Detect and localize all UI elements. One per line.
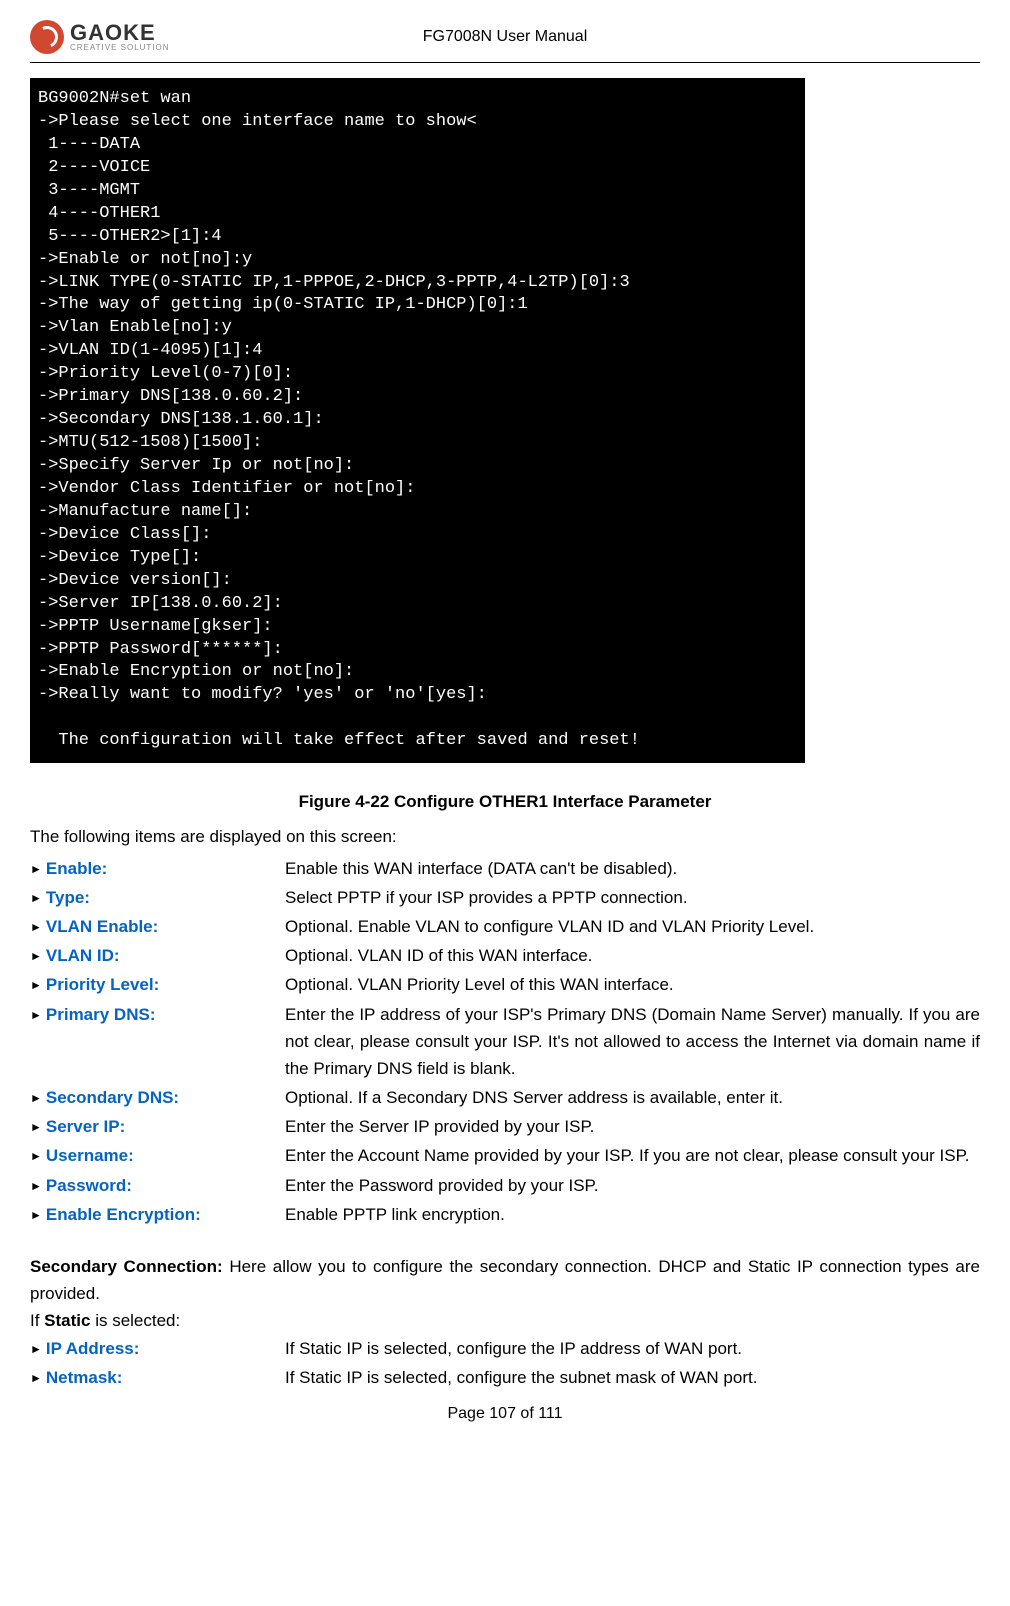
param-row: ►Netmask:If Static IP is selected, confi… [30, 1364, 980, 1391]
param-label: Server IP: [46, 1113, 125, 1140]
param-description: Optional. VLAN Priority Level of this WA… [285, 971, 980, 998]
document-title: FG7008N User Manual [423, 24, 588, 50]
triangle-icon: ► [30, 1369, 42, 1388]
param-label: IP Address: [46, 1335, 140, 1362]
triangle-icon: ► [30, 1118, 42, 1137]
param-row: ►IP Address:If Static IP is selected, co… [30, 1335, 980, 1362]
param-row: ►Username:Enter the Account Name provide… [30, 1142, 980, 1169]
param-label-col: ►Type: [30, 884, 285, 911]
secondary-heading: Secondary Connection: [30, 1257, 223, 1276]
triangle-icon: ► [30, 1089, 42, 1108]
param-label-col: ►Netmask: [30, 1364, 285, 1391]
param-label-col: ►Priority Level: [30, 971, 285, 998]
param-row: ►Primary DNS:Enter the IP address of you… [30, 1001, 980, 1083]
param-label-col: ►IP Address: [30, 1335, 285, 1362]
param-description: Enable PPTP link encryption. [285, 1201, 980, 1228]
triangle-icon: ► [30, 947, 42, 966]
param-description: Enable this WAN interface (DATA can't be… [285, 855, 980, 882]
param-label-col: ►VLAN Enable: [30, 913, 285, 940]
param-row: ►Server IP:Enter the Server IP provided … [30, 1113, 980, 1140]
param-row: ►VLAN Enable:Optional. Enable VLAN to co… [30, 913, 980, 940]
param-row: ►Enable:Enable this WAN interface (DATA … [30, 855, 980, 882]
param-row: ►Secondary DNS:Optional. If a Secondary … [30, 1084, 980, 1111]
param-label-col: ►Enable Encryption: [30, 1201, 285, 1228]
param-label: Priority Level: [46, 971, 159, 998]
triangle-icon: ► [30, 1147, 42, 1166]
param-label: Primary DNS: [46, 1001, 156, 1028]
param-description: If Static IP is selected, configure the … [285, 1335, 980, 1362]
param-label: Enable: [46, 855, 107, 882]
secondary-connection-section: Secondary Connection: Here allow you to … [30, 1253, 980, 1307]
triangle-icon: ► [30, 918, 42, 937]
param-label-col: ►Enable: [30, 855, 285, 882]
param-label-col: ►Primary DNS: [30, 1001, 285, 1028]
param-label-col: ►Username: [30, 1142, 285, 1169]
triangle-icon: ► [30, 1206, 42, 1225]
triangle-icon: ► [30, 889, 42, 908]
static-parameters-list: ►IP Address:If Static IP is selected, co… [30, 1335, 980, 1391]
param-description: Enter the IP address of your ISP's Prima… [285, 1001, 980, 1083]
param-row: ►Priority Level:Optional. VLAN Priority … [30, 971, 980, 998]
logo-tagline: CREATIVE SOLUTION [70, 44, 170, 52]
param-label-col: ►Server IP: [30, 1113, 285, 1140]
page-header: GAOKE CREATIVE SOLUTION FG7008N User Man… [30, 20, 980, 63]
param-description: Enter the Password provided by your ISP. [285, 1172, 980, 1199]
logo-name: GAOKE [70, 22, 170, 44]
figure-caption: Figure 4-22 Configure OTHER1 Interface P… [30, 788, 980, 815]
param-label: VLAN ID: [46, 942, 120, 969]
triangle-icon: ► [30, 1340, 42, 1359]
param-description: Optional. Enable VLAN to configure VLAN … [285, 913, 980, 940]
triangle-icon: ► [30, 1006, 42, 1025]
param-row: ►VLAN ID:Optional. VLAN ID of this WAN i… [30, 942, 980, 969]
param-label-col: ►Secondary DNS: [30, 1084, 285, 1111]
param-label: Password: [46, 1172, 132, 1199]
page-footer: Page 107 of 111 [30, 1401, 980, 1427]
param-description: Select PPTP if your ISP provides a PPTP … [285, 884, 980, 911]
param-description: Enter the Account Name provided by your … [285, 1142, 980, 1169]
static-intro: If Static is selected: [30, 1307, 980, 1334]
param-label: Type: [46, 884, 90, 911]
logo-icon [30, 20, 64, 54]
triangle-icon: ► [30, 976, 42, 995]
param-label-col: ►VLAN ID: [30, 942, 285, 969]
triangle-icon: ► [30, 860, 42, 879]
intro-text: The following items are displayed on thi… [30, 823, 980, 850]
param-description: Optional. If a Secondary DNS Server addr… [285, 1084, 980, 1111]
param-row: ►Enable Encryption:Enable PPTP link encr… [30, 1201, 980, 1228]
param-label: Netmask: [46, 1364, 123, 1391]
param-label: Enable Encryption: [46, 1201, 201, 1228]
param-label: VLAN Enable: [46, 913, 158, 940]
param-row: ►Type:Select PPTP if your ISP provides a… [30, 884, 980, 911]
logo: GAOKE CREATIVE SOLUTION [30, 20, 170, 54]
param-description: Enter the Server IP provided by your ISP… [285, 1113, 980, 1140]
param-description: Optional. VLAN ID of this WAN interface. [285, 942, 980, 969]
triangle-icon: ► [30, 1177, 42, 1196]
param-label: Username: [46, 1142, 134, 1169]
param-label-col: ►Password: [30, 1172, 285, 1199]
terminal-screenshot: BG9002N#set wan ->Please select one inte… [30, 78, 805, 763]
param-description: If Static IP is selected, configure the … [285, 1364, 980, 1391]
param-label: Secondary DNS: [46, 1084, 179, 1111]
param-row: ►Password:Enter the Password provided by… [30, 1172, 980, 1199]
parameters-list: ►Enable:Enable this WAN interface (DATA … [30, 855, 980, 1228]
